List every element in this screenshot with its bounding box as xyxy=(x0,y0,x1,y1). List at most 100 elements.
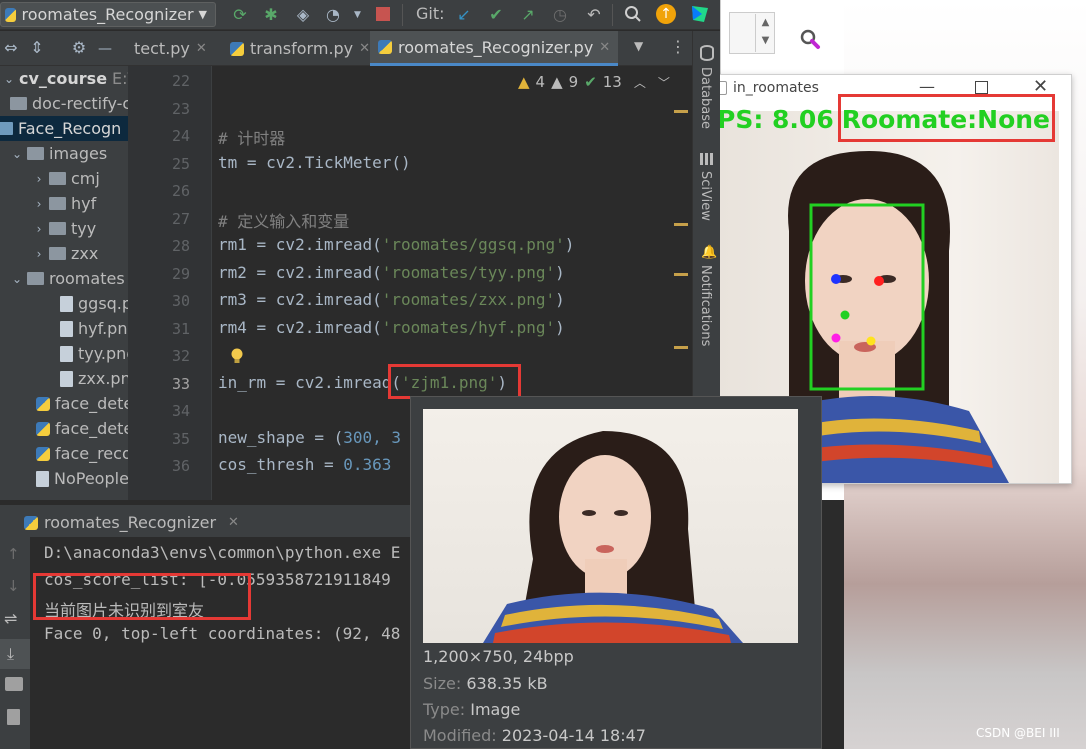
maximize-button[interactable] xyxy=(975,81,988,94)
close-icon[interactable]: ✕ xyxy=(359,41,370,56)
tab-transform[interactable]: transform.py ✕ xyxy=(222,31,378,66)
line-number: 32 xyxy=(171,347,190,365)
lightbulb-icon[interactable] xyxy=(230,348,244,364)
expand-all-icon[interactable]: ⇕ xyxy=(28,39,46,57)
tree-item[interactable]: › cmj xyxy=(34,166,100,191)
git-update-icon[interactable]: ↙ xyxy=(455,6,473,24)
ok-count: 13 xyxy=(602,73,622,91)
tree-item-label: hyf xyxy=(71,194,97,213)
chevron-down-icon: ⌄ xyxy=(4,71,15,86)
tree-item-label: face_reco xyxy=(55,444,128,463)
arrow-up-icon[interactable]: ↑ xyxy=(7,545,20,563)
more-options-icon[interactable]: ⋮ xyxy=(670,37,686,56)
debug-icon[interactable]: ✱ xyxy=(262,6,280,24)
run-tab[interactable]: roomates_Recognizer ✕ xyxy=(24,513,239,532)
tree-item-selected[interactable]: Face_Recogn xyxy=(0,116,128,141)
main-toolbar: roomates_Recognizer ▼ ⟳ ✱ ◈ ◔ ▼ Git: ↙ ✔… xyxy=(0,0,720,30)
scroll-mark xyxy=(674,273,688,276)
close-icon[interactable]: ✕ xyxy=(599,40,610,55)
soft-wrap-icon[interactable]: ⇌ xyxy=(4,609,17,628)
watermark-text: CSDN @BEI III xyxy=(976,726,1060,740)
check-icon: ✔ xyxy=(584,73,597,91)
tab-roomates-recognizer[interactable]: roomates_Recognizer.py ✕ xyxy=(370,31,619,66)
tree-item-label: face_dete xyxy=(55,419,128,438)
scroll-arrows[interactable]: ▲ ▼ xyxy=(755,14,775,52)
history-icon[interactable]: ◷ xyxy=(551,6,569,24)
code-line: rm1 = cv2.imread('roomates/ggsq.png') xyxy=(218,235,575,254)
git-label: Git: xyxy=(416,4,445,23)
line-number: 33 xyxy=(171,375,190,393)
code-comment: # 定义输入和变量 xyxy=(218,212,350,231)
inspection-widget[interactable]: ▲ 4 ▲ 9 ✔ 13 ︿ ﹀ xyxy=(518,70,688,94)
more-run-chevron-icon[interactable]: ▼ xyxy=(354,10,361,20)
tree-item[interactable]: NoPeople xyxy=(36,466,128,491)
coverage-icon[interactable]: ◈ xyxy=(294,6,312,24)
sciview-tab[interactable]: SciView xyxy=(698,171,713,221)
rerun-icon[interactable]: ⟳ xyxy=(231,6,249,24)
git-push-icon[interactable]: ↗ xyxy=(519,6,537,24)
close-icon[interactable]: ✕ xyxy=(228,515,239,530)
profile-icon[interactable]: ◔ xyxy=(324,6,342,24)
arrow-down-icon[interactable]: ↓ xyxy=(7,577,20,595)
tree-item-label: face_dete xyxy=(55,394,128,413)
hide-panel-icon[interactable]: — xyxy=(98,41,112,57)
search-icon[interactable] xyxy=(624,5,642,23)
tree-item[interactable]: tyy.png xyxy=(60,341,128,366)
tree-item[interactable]: doc-rectify-c xyxy=(10,91,128,116)
filename-highlight-box xyxy=(388,364,521,399)
trash-icon[interactable] xyxy=(7,709,20,725)
tree-item-label: doc-rectify-c xyxy=(32,94,128,113)
scroll-mark xyxy=(674,110,688,113)
tree-item-label: NoPeople xyxy=(54,469,128,488)
tree-item[interactable]: › hyf xyxy=(34,191,97,216)
tree-item[interactable]: ⌄ roomates xyxy=(12,266,125,291)
chevron-up-icon[interactable]: ︿ xyxy=(634,74,646,91)
magnifier-icon[interactable] xyxy=(799,28,820,49)
code-line: rm4 = cv2.imread('roomates/hyf.png') xyxy=(218,318,565,337)
line-number: 30 xyxy=(171,292,190,310)
jetbrains-toolbox-icon[interactable] xyxy=(690,4,710,24)
update-icon[interactable]: ↑ xyxy=(656,4,676,24)
tree-item[interactable]: face_dete xyxy=(36,416,128,441)
chevron-right-icon: › xyxy=(36,171,42,186)
tree-item-label: zxx.pn xyxy=(78,369,128,388)
tree-item[interactable]: › tyy xyxy=(34,216,97,241)
tabs-dropdown-icon[interactable]: ▼ xyxy=(634,39,643,53)
line-number: 27 xyxy=(171,210,190,228)
scroll-mark xyxy=(674,223,688,226)
chevron-down-icon: ⌄ xyxy=(12,146,23,161)
tree-item[interactable]: ⌄ images xyxy=(12,141,107,166)
git-commit-icon[interactable]: ✔ xyxy=(487,6,505,24)
gear-icon[interactable]: ⚙ xyxy=(70,39,88,57)
tree-item[interactable]: zxx.pn xyxy=(60,366,128,391)
tree-item[interactable]: hyf.png xyxy=(60,316,128,341)
line-number: 29 xyxy=(171,265,190,283)
image-file-icon xyxy=(60,295,73,312)
tree-item-label: cmj xyxy=(71,169,100,188)
code-line: cos_thresh = 0.363 xyxy=(218,455,392,474)
notifications-tab[interactable]: Notifications xyxy=(698,265,713,346)
run-config-label: roomates_Recognizer xyxy=(21,5,194,24)
print-icon[interactable] xyxy=(5,677,23,691)
database-tab[interactable]: Database xyxy=(698,67,713,129)
line-number: 23 xyxy=(171,100,190,118)
scroll-to-end-button[interactable]: ⤓ xyxy=(0,639,30,669)
close-icon[interactable]: ✕ xyxy=(196,41,207,56)
collapse-icon[interactable]: ⇔ xyxy=(2,39,20,57)
console-line: Face 0, top-left coordinates: (92, 48 xyxy=(44,624,401,643)
tree-item-label: images xyxy=(49,144,108,163)
tree-item[interactable]: face_dete xyxy=(36,391,128,416)
rollback-icon[interactable]: ↶ xyxy=(585,6,603,24)
project-tree: ⌄ cv_course E:\Py doc-rectify-c Face_Rec… xyxy=(0,66,128,500)
run-console[interactable]: D:\anaconda3\envs\common\python.exe E co… xyxy=(30,537,410,749)
tree-item[interactable]: ggsq.p xyxy=(60,291,128,316)
stop-icon[interactable] xyxy=(376,7,390,21)
tree-item-label: Face_Recogn xyxy=(18,119,122,138)
line-gutter: 22 23 24 25 26 27 28 29 30 31 32 33 34 3… xyxy=(128,66,212,500)
tree-item[interactable]: › zxx xyxy=(34,241,99,266)
tree-root[interactable]: ⌄ cv_course E:\Py xyxy=(4,66,128,91)
tab-detect[interactable]: tect.py ✕ xyxy=(126,31,215,66)
run-config-dropdown[interactable]: roomates_Recognizer ▼ xyxy=(0,2,216,27)
tree-item[interactable]: face_reco xyxy=(36,441,128,466)
chevron-down-icon[interactable]: ﹀ xyxy=(658,74,670,91)
